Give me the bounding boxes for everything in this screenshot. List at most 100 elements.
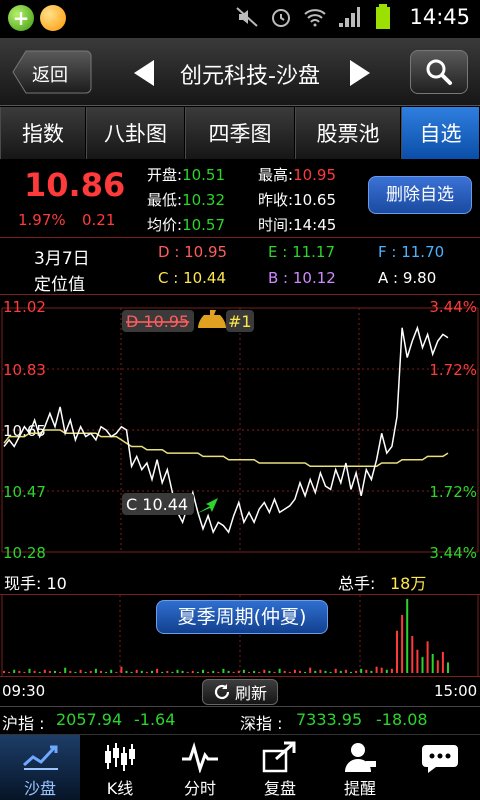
trade-stats: 现手: 10 总手: 18万 bbox=[0, 566, 480, 594]
volume-bar bbox=[355, 670, 358, 673]
positioning-panel: 3月7日 定位值 D : 10.95 E : 11.17 F : 11.70 C… bbox=[0, 239, 480, 295]
tab-watchlist[interactable]: 自选 bbox=[401, 107, 480, 159]
change-value: 0.21 bbox=[82, 211, 116, 229]
volume-bar bbox=[406, 599, 409, 673]
nav-kline[interactable]: K线 bbox=[80, 735, 160, 800]
volume-bar bbox=[217, 671, 220, 673]
volume-bar bbox=[248, 671, 250, 673]
quote-panel: 10.86 1.97% 0.21 开盘:10.51 最低:10.32 均价:10… bbox=[0, 160, 480, 238]
current-volume: 现手: 10 bbox=[4, 574, 67, 593]
sz-index-label: 深指 : bbox=[240, 714, 283, 733]
volume-bar bbox=[59, 671, 62, 673]
volume-bar bbox=[171, 671, 174, 673]
volume-bar bbox=[18, 670, 21, 673]
nav-label: 提醒 bbox=[343, 779, 376, 798]
refresh-button[interactable]: 刷新 bbox=[202, 679, 278, 705]
y-tick-label: 10.83 bbox=[3, 361, 46, 379]
volume-bar bbox=[125, 670, 128, 673]
sandbox-chart-icon bbox=[23, 745, 58, 770]
index-bar: 沪指 : 2057.94 -1.64 深指 : 7333.95 -18.08 bbox=[0, 706, 480, 734]
bottom-nav: 沙盘 K线 分时 复盘 提醒 bbox=[0, 734, 480, 800]
prev-close-label: 昨收: bbox=[258, 191, 294, 209]
current-price: 10.86 bbox=[24, 166, 126, 204]
nav-label: 复盘 bbox=[263, 779, 296, 798]
volume-bar bbox=[181, 670, 184, 673]
timeshare-icon bbox=[182, 741, 218, 773]
open-value: 10.51 bbox=[182, 166, 226, 184]
tab-stock-pool[interactable]: 股票池 bbox=[295, 107, 401, 159]
time-field: 时间:14:45 bbox=[258, 214, 336, 235]
volume-bar bbox=[324, 670, 327, 673]
refresh-label: 刷新 bbox=[234, 684, 267, 703]
y-tick-label: 10.28 bbox=[3, 544, 46, 562]
volume-bar bbox=[253, 670, 256, 673]
volume-bar bbox=[89, 670, 92, 673]
money-bag-icon bbox=[198, 310, 226, 328]
intraday-chart[interactable]: 11.02 3.44% 10.83 1.72% 10.65 10.47 1.72% 10.28… bbox=[0, 296, 480, 566]
next-stock-icon[interactable] bbox=[346, 58, 374, 88]
y-tick-label: 10.47 bbox=[3, 483, 46, 501]
tab-bagua[interactable]: 八卦图 bbox=[86, 107, 185, 159]
volume-bar bbox=[263, 669, 266, 673]
avg-label: 均价: bbox=[147, 216, 183, 234]
volume-bar bbox=[227, 670, 230, 673]
volume-bar bbox=[365, 669, 368, 673]
volume-bar bbox=[84, 671, 87, 673]
volume-bar bbox=[38, 671, 41, 673]
tab-label: 股票池 bbox=[316, 122, 380, 146]
refresh-icon bbox=[214, 684, 230, 700]
sz-index-change: -18.08 bbox=[376, 710, 428, 729]
volume-bar bbox=[329, 671, 332, 673]
high-value: 10.95 bbox=[293, 166, 337, 184]
sz-index-value: 7333.95 bbox=[296, 710, 363, 729]
remove-watchlist-button[interactable]: 删除自选 bbox=[368, 176, 472, 214]
volume-bar bbox=[288, 671, 291, 673]
mute-icon bbox=[236, 7, 259, 27]
volume-bar bbox=[43, 669, 46, 673]
position-f: F : 11.70 bbox=[378, 243, 445, 261]
nav-sandbox[interactable]: 沙盘 bbox=[0, 735, 80, 800]
volume-bar bbox=[299, 670, 301, 673]
volume-bar bbox=[421, 657, 424, 673]
volume-bar bbox=[69, 670, 72, 673]
volume-bar bbox=[191, 670, 194, 673]
search-button[interactable] bbox=[410, 50, 468, 94]
tab-label: 自选 bbox=[419, 122, 462, 146]
volume-bar bbox=[145, 671, 148, 673]
tab-label: 八卦图 bbox=[104, 122, 167, 146]
back-button[interactable]: 返回 bbox=[12, 50, 92, 94]
high-label: 最高: bbox=[258, 166, 294, 184]
add-notification-icon: + bbox=[8, 5, 34, 31]
nav-timeshare[interactable]: 分时 bbox=[160, 735, 240, 800]
search-icon bbox=[426, 59, 452, 85]
total-volume-label: 总手: bbox=[338, 574, 376, 593]
price-chart-svg: 11.02 3.44%10.83 1.72%10.6510.47 1.72%10.28… bbox=[1, 298, 479, 562]
position-c: C : 10.44 bbox=[158, 269, 227, 287]
volume-bar bbox=[401, 614, 404, 673]
volume-bar bbox=[319, 669, 322, 673]
nav-replay[interactable]: 复盘 bbox=[240, 735, 320, 800]
alarm-icon bbox=[272, 9, 291, 27]
volume-bar bbox=[242, 669, 245, 673]
pct-tick-label: 1.72% bbox=[429, 483, 477, 501]
nav-chat[interactable] bbox=[400, 735, 480, 800]
volume-bar bbox=[166, 670, 169, 673]
marker-d-label: D 10.95 bbox=[126, 312, 189, 331]
position-title: 定位值 bbox=[34, 275, 85, 295]
avg-field: 均价:10.57 bbox=[147, 214, 225, 235]
tab-seasons[interactable]: 四季图 bbox=[185, 107, 295, 159]
volume-bar bbox=[130, 671, 133, 673]
back-button-label: 返回 bbox=[32, 65, 68, 86]
title-bar: 返回 创元科技-沙盘 bbox=[0, 38, 480, 106]
prev-stock-icon[interactable] bbox=[130, 58, 158, 88]
sh-index-value: 2057.94 bbox=[56, 710, 123, 729]
volume-bar bbox=[237, 670, 240, 673]
season-cycle-button[interactable]: 夏季周期(仲夏) bbox=[156, 600, 328, 634]
tab-index[interactable]: 指数 bbox=[0, 107, 86, 159]
chat-icon bbox=[422, 745, 458, 773]
volume-bar bbox=[140, 670, 143, 673]
volume-bar bbox=[278, 668, 281, 673]
nav-alert[interactable]: 提醒 bbox=[320, 735, 400, 800]
tab-bar: 指数 八卦图 四季图 股票池 自选 bbox=[0, 107, 480, 159]
volume-bar bbox=[115, 671, 118, 673]
